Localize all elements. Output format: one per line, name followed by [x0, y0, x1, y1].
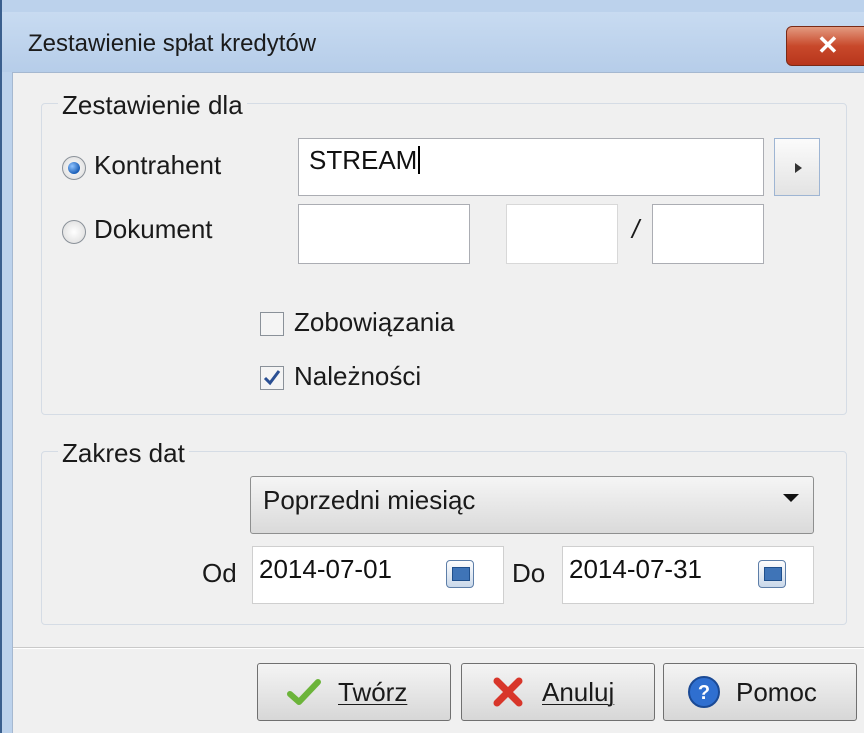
- kontrahent-picker-button[interactable]: [774, 138, 820, 196]
- od-label: Od: [202, 558, 237, 588]
- group-zestawienie-dla: Zestawienie dla Kontrahent STREAM Dokume…: [41, 90, 847, 415]
- date-range-select[interactable]: Poprzedni miesiąc: [250, 476, 814, 534]
- window-title: Zestawienie spłat kredytów: [28, 30, 317, 57]
- svg-text:?: ?: [698, 682, 710, 704]
- close-button[interactable]: ✕: [786, 26, 864, 66]
- dialog-client-area: Zestawienie dla Kontrahent STREAM Dokume…: [12, 72, 864, 733]
- text-caret: [418, 146, 421, 174]
- calendar-icon[interactable]: [446, 560, 474, 588]
- anuluj-button-label: Anuluj: [542, 677, 615, 707]
- dokument-separator: /: [632, 214, 640, 244]
- dokument-series-input[interactable]: [506, 204, 618, 264]
- dialog-window: Zestawienie spłat kredytów ✕ Zestawienie…: [0, 0, 864, 733]
- pomoc-button[interactable]: ? Pomoc: [663, 663, 857, 721]
- checkmark-icon: [287, 679, 321, 705]
- group-legend: Zestawienie dla: [58, 90, 247, 121]
- calendar-icon[interactable]: [758, 560, 786, 588]
- red-x-icon: [493, 677, 523, 707]
- title-bar[interactable]: Zestawienie spłat kredytów ✕: [2, 12, 864, 72]
- close-icon: ✕: [817, 30, 839, 60]
- kontrahent-input-value: STREAM: [309, 145, 418, 175]
- checkbox-zobowiazania-label[interactable]: Zobowiązania: [294, 307, 454, 338]
- checkbox-naleznosci-label[interactable]: Należności: [294, 361, 421, 392]
- checkmark-icon: [263, 370, 281, 386]
- chevron-down-icon: [783, 494, 799, 502]
- radio-kontrahent-label[interactable]: Kontrahent: [94, 150, 221, 181]
- footer-separator-highlight: [13, 648, 864, 649]
- radio-kontrahent[interactable]: [62, 156, 86, 180]
- kontrahent-input[interactable]: STREAM: [298, 138, 764, 196]
- pomoc-button-label: Pomoc: [736, 677, 817, 707]
- radio-dokument[interactable]: [62, 220, 86, 244]
- radio-dokument-label[interactable]: Dokument: [94, 214, 213, 245]
- group-zakres-dat: Zakres dat Poprzedni miesiąc Od 2014-07-…: [41, 438, 847, 625]
- help-icon: ?: [688, 676, 720, 708]
- date-range-select-value: Poprzedni miesiąc: [263, 485, 476, 515]
- tworz-button-label: Twórz: [338, 677, 408, 707]
- group-legend: Zakres dat: [58, 438, 189, 469]
- anuluj-button[interactable]: Anuluj: [461, 663, 655, 721]
- do-label: Do: [512, 558, 546, 588]
- dokument-year-input[interactable]: [652, 204, 764, 264]
- arrow-right-icon: [795, 163, 802, 173]
- do-date-value: 2014-07-31: [569, 554, 702, 584]
- checkbox-naleznosci[interactable]: [260, 366, 284, 390]
- od-date-value: 2014-07-01: [259, 554, 392, 584]
- dokument-number-input[interactable]: [298, 204, 470, 264]
- checkbox-zobowiazania[interactable]: [260, 312, 284, 336]
- tworz-button[interactable]: Twórz: [257, 663, 451, 721]
